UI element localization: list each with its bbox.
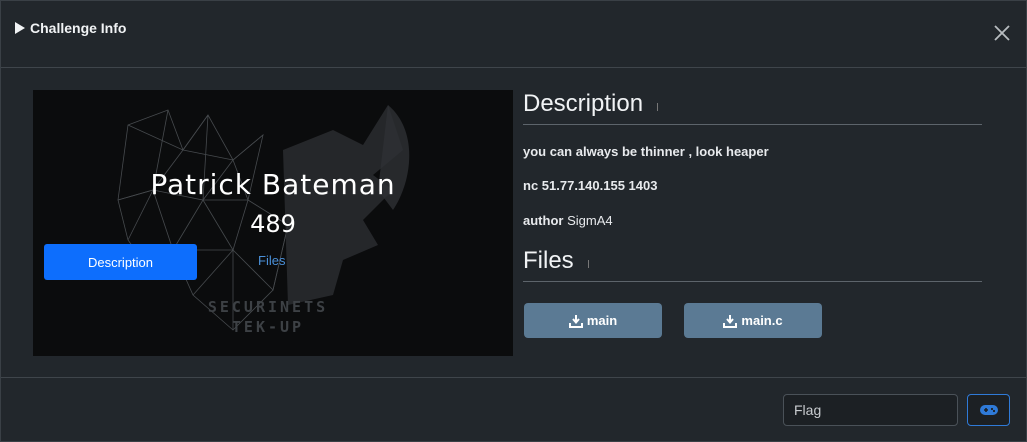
close-button[interactable] — [990, 21, 1014, 45]
modal-header: Challenge Info — [1, 1, 1026, 68]
author-label: author — [523, 213, 564, 228]
description-line-1: you can always be thinner , look heaper — [523, 144, 769, 159]
banner-logo-text-1: SECURINETS — [208, 298, 328, 316]
challenge-modal: Challenge Info SECURINETS TEK-UP Patrick… — [0, 0, 1027, 442]
submit-flag-button[interactable] — [967, 394, 1010, 426]
gamepad-icon — [979, 405, 998, 415]
author-value: SigmA4 — [567, 213, 613, 228]
description-panel: Description you can always be thinner , … — [523, 90, 983, 282]
description-heading-text: Description — [523, 90, 644, 117]
download-icon — [723, 314, 738, 328]
modal-title-text: Challenge Info — [30, 20, 127, 36]
download-main-label: main — [586, 313, 618, 328]
banner-logo-text-2: TEK-UP — [232, 318, 304, 336]
tab-description[interactable]: Description — [44, 244, 197, 280]
close-icon — [994, 25, 1010, 41]
files-heading: Files — [523, 247, 983, 275]
play-icon — [15, 22, 25, 34]
challenge-banner: SECURINETS TEK-UP Patrick Bateman 489 De… — [33, 90, 513, 356]
author-line: author SigmA4 — [523, 213, 983, 228]
description-heading: Description — [523, 90, 983, 118]
download-main-c-label: main.c — [741, 313, 783, 328]
tab-files[interactable]: Files — [258, 253, 285, 268]
text-cursor — [657, 103, 659, 111]
challenge-name: Patrick Bateman — [150, 168, 396, 201]
download-icon — [568, 314, 583, 328]
files-heading-text: Files — [523, 247, 574, 274]
flag-input[interactable] — [783, 394, 958, 426]
divider — [523, 281, 982, 282]
modal-title: Challenge Info — [15, 20, 126, 36]
challenge-points: 489 — [250, 210, 296, 238]
text-cursor — [587, 260, 589, 268]
description-line-2: nc 51.77.140.155 1403 — [523, 178, 658, 193]
divider — [523, 124, 982, 125]
download-main-button[interactable]: main — [524, 303, 662, 338]
download-main-c-button[interactable]: main.c — [684, 303, 822, 338]
